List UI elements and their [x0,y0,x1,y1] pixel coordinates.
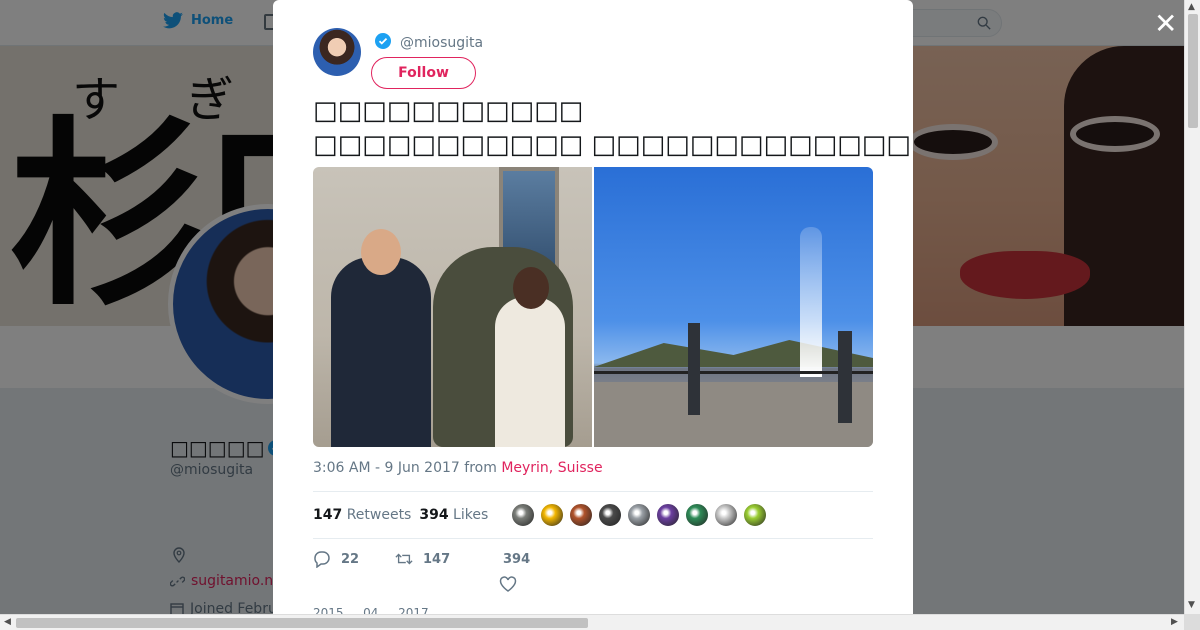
tweet-photo-1[interactable] [313,167,592,447]
tweet-text-line-1: □□□□□□□□□□□ [313,96,584,126]
author-handle[interactable]: @miosugita [400,35,483,51]
photo-woman-head [513,267,549,309]
retweet-count: 147 [423,551,451,567]
tweet-from-label: from [464,460,497,476]
tweet-stats: 147 Retweets 394 Likes [313,491,873,539]
photo-woman [495,297,565,447]
tweet-text: □□□□□□□□□□□ □□□□□□□□□□□ □□□□□□□□□□□□□□□□… [313,94,913,162]
like-count: 394 [503,552,531,567]
likes-count: 394 [419,507,449,523]
scroll-up-arrow-icon[interactable]: ▲ [1188,2,1195,12]
liker-avatar[interactable] [684,502,711,528]
photo-ground [594,382,873,447]
tweet-timestamp: 3:06 AM - 9 Jun 2017 from Meyrin, Suisse [313,460,603,476]
liker-avatar[interactable] [510,502,537,528]
liker-avatar[interactable] [597,502,624,528]
vertical-scroll-thumb[interactable] [1188,14,1198,128]
reply-icon[interactable] [313,550,331,568]
retweets-label: Retweets [346,507,412,523]
liker-avatars [510,502,769,528]
scroll-left-arrow-icon[interactable]: ◀ [4,617,11,627]
retweet-icon[interactable] [395,550,413,568]
scroll-right-arrow-icon[interactable]: ▶ [1171,617,1178,627]
vertical-scrollbar[interactable]: ▲ ▼ [1184,0,1200,614]
liker-avatar[interactable] [655,502,682,528]
close-icon[interactable]: ✕ [1154,10,1177,38]
tweet-media [313,167,873,447]
liker-avatar[interactable] [713,502,740,528]
author-avatar[interactable] [313,28,361,76]
likes-label: Likes [453,507,489,523]
likes-stat[interactable]: 394 Likes [419,507,488,523]
follow-button[interactable]: Follow [371,57,476,89]
liker-avatar[interactable] [539,502,566,528]
tweet-time[interactable]: 3:06 AM - 9 Jun 2017 [313,460,460,476]
liker-avatar[interactable] [626,502,653,528]
retweets-stat[interactable]: 147 Retweets [313,507,411,523]
heart-icon[interactable] [499,575,517,593]
photo-mountains [594,340,873,367]
tweet-text-line-2: □□□□□□□□□□□ □□□□□□□□□□□□□□□□□□□□□□□□□□□□… [313,130,913,160]
photo-railing [594,371,873,374]
retweets-count: 147 [313,507,343,523]
tweet-place[interactable]: Meyrin, Suisse [501,460,602,476]
liker-avatar[interactable] [742,502,769,528]
liker-avatar[interactable] [568,502,595,528]
reply-action[interactable]: 22 [313,550,359,568]
retweet-action[interactable]: 147 [395,550,450,568]
tweet-modal: @miosugita Follow □□□□□□□□□□□ □□□□□□□□□□… [273,0,913,614]
scrollbar-corner [1184,614,1200,630]
photo-man [331,257,431,447]
horizontal-scroll-thumb[interactable] [16,618,588,628]
tweet-actions: 22 147 394 [313,550,873,593]
horizontal-scrollbar[interactable]: ◀ ▶ [0,614,1184,630]
tweet-photo-2[interactable] [594,167,873,447]
photo-sign-right [838,331,852,423]
photo-sign-left [688,323,700,415]
scroll-down-arrow-icon[interactable]: ▼ [1188,600,1195,610]
photo-fountain [800,227,822,377]
verified-badge-icon [375,33,391,49]
next-tweet-preview: 2015 … 04 … 2017 [313,606,429,614]
reply-count: 22 [341,551,360,567]
photo-man-head [361,229,401,275]
